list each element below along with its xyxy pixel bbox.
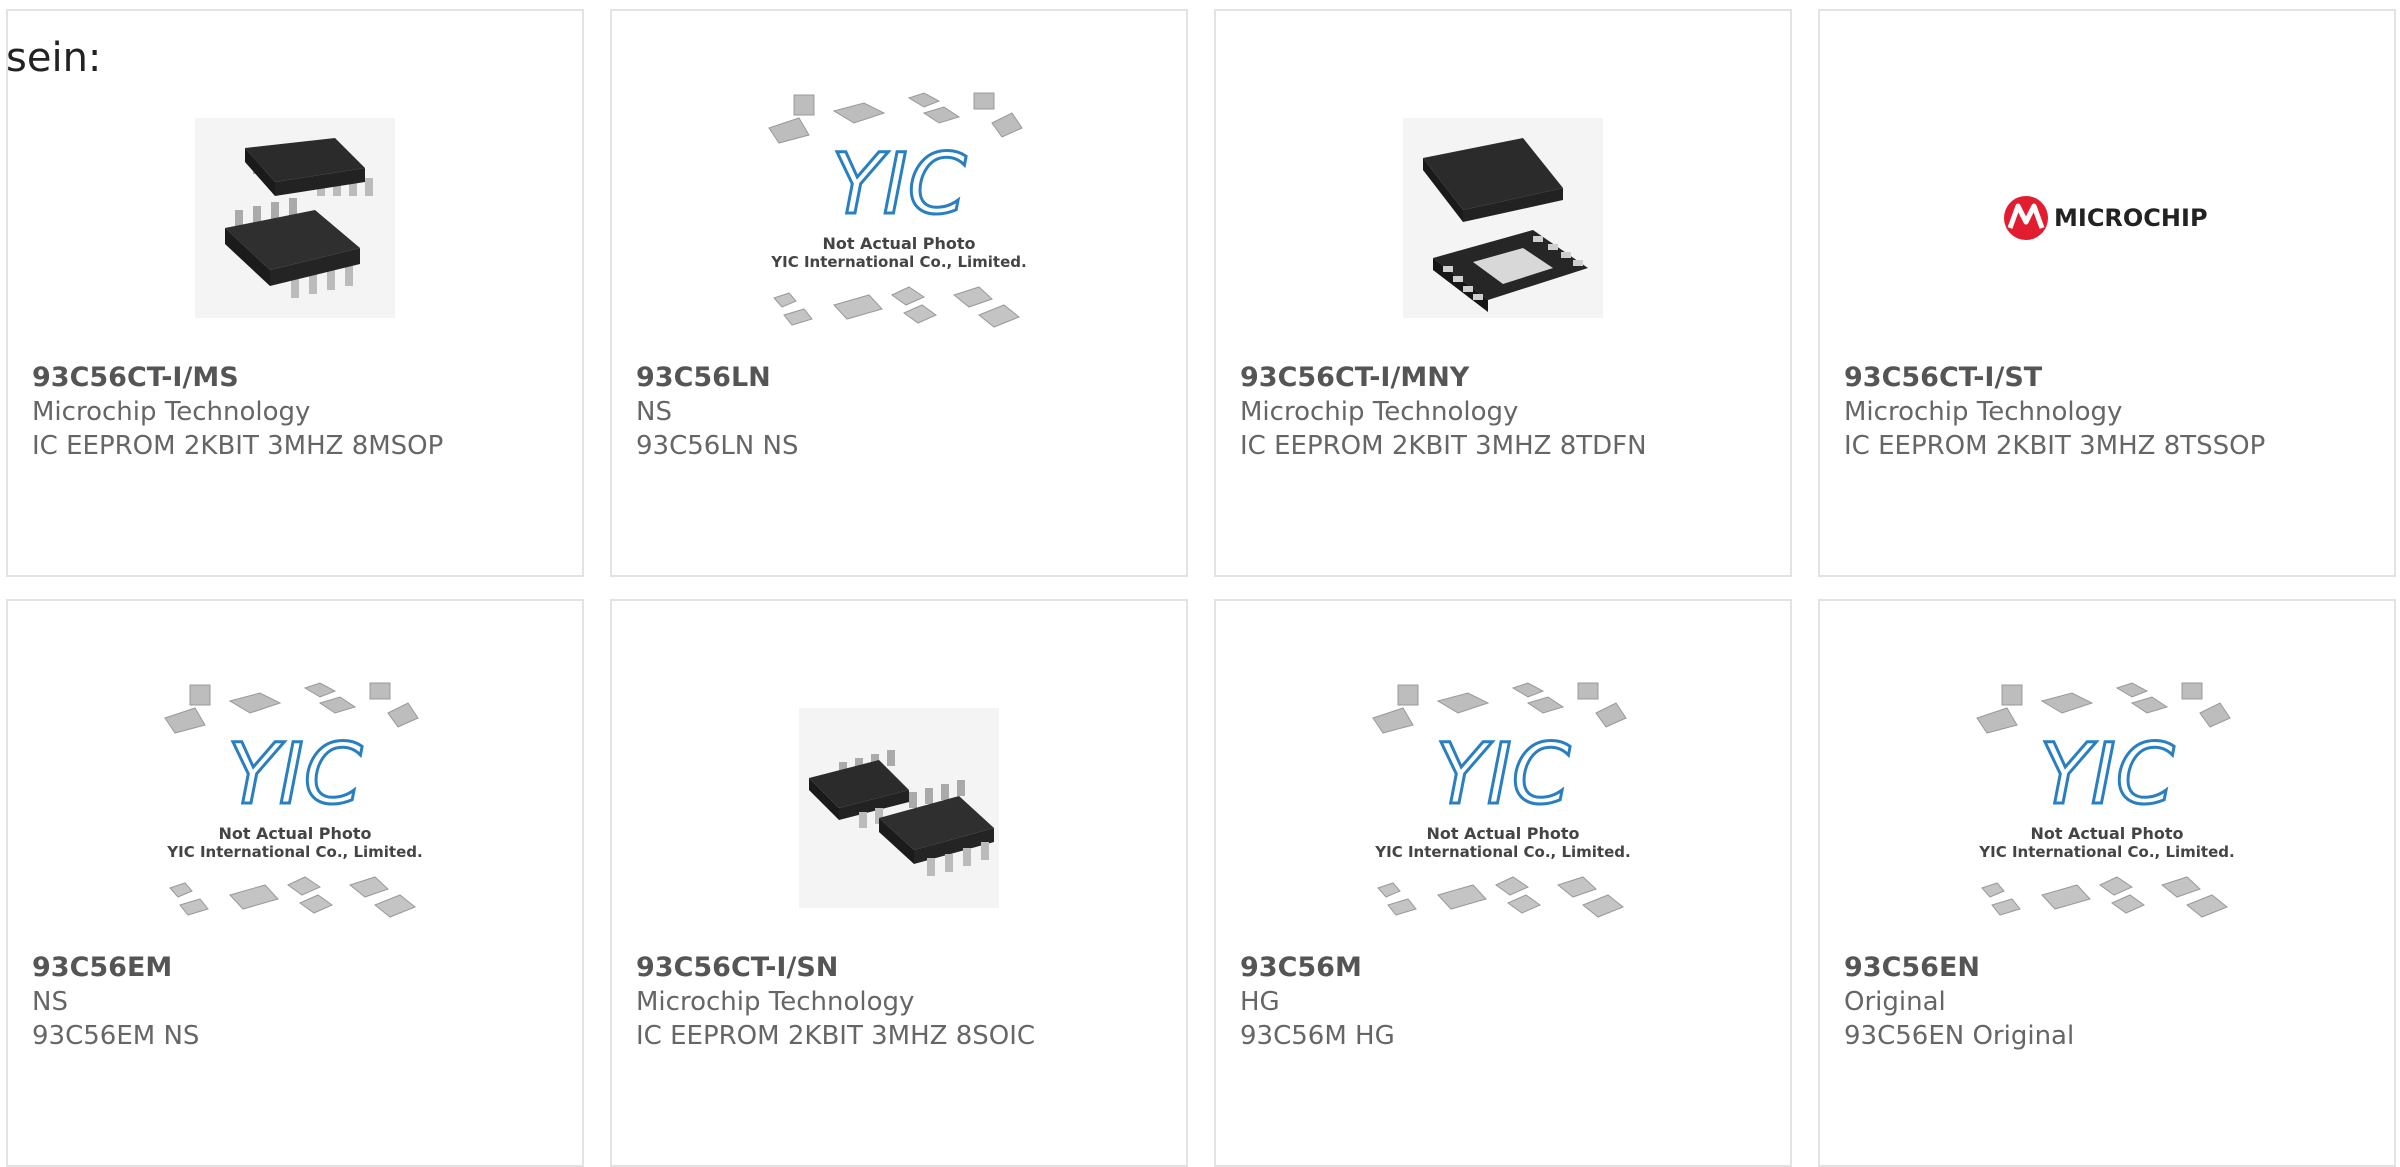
- placeholder-company: YIC International Co., Limited.: [1978, 843, 2234, 861]
- placeholder-caption: Not Actual Photo: [1426, 824, 1579, 843]
- product-card[interactable]: YIC Not Actual Photo YIC International C…: [610, 9, 1188, 577]
- product-manufacturer: Microchip Technology: [32, 397, 311, 427]
- product-description: IC EEPROM 2KBIT 3MHZ 8TSSOP: [1844, 431, 2266, 461]
- product-part-number[interactable]: 93C56EM: [32, 951, 172, 985]
- product-manufacturer: HG: [1240, 987, 1280, 1017]
- yic-logo: YIC: [228, 725, 363, 823]
- product-part-number[interactable]: 93C56CT-I/MNY: [1240, 361, 1469, 395]
- product-manufacturer: NS: [32, 987, 68, 1017]
- product-manufacturer: Original: [1844, 987, 1946, 1017]
- product-description: 93C56LN NS: [636, 431, 799, 461]
- product-description: IC EEPROM 2KBIT 3MHZ 8MSOP: [32, 431, 444, 461]
- product-description: 93C56EM NS: [32, 1021, 200, 1051]
- product-description: 93C56EN Original: [1844, 1021, 2075, 1051]
- card-bottom-bar: [1216, 575, 1790, 577]
- card-bottom-bar: [612, 575, 1186, 577]
- product-part-number[interactable]: 93C56CT-I/SN: [636, 951, 838, 985]
- yic-placeholder-icon: YIC Not Actual Photo YIC International C…: [768, 92, 1027, 328]
- microchip-logo-text: MICROCHIP: [2054, 204, 2208, 232]
- product-part-number[interactable]: 93C56CT-I/ST: [1844, 361, 2042, 395]
- product-description: IC EEPROM 2KBIT 3MHZ 8TDFN: [1240, 431, 1647, 461]
- product-image[interactable]: [612, 663, 1186, 953]
- yic-logo: YIC: [2040, 725, 2175, 823]
- product-image[interactable]: YIC Not Actual Photo YIC International C…: [1216, 663, 1790, 953]
- product-image[interactable]: YIC Not Actual Photo YIC International C…: [612, 73, 1186, 363]
- product-card[interactable]: YIC Not Actual Photo YIC International C…: [1214, 599, 1792, 1167]
- placeholder-caption: Not Actual Photo: [218, 824, 371, 843]
- yic-logo: YIC: [1436, 725, 1571, 823]
- product-description: 93C56M HG: [1240, 1021, 1395, 1051]
- product-image[interactable]: [8, 73, 582, 363]
- msop8-chip-icon: [195, 118, 395, 318]
- product-manufacturer: Microchip Technology: [636, 987, 915, 1017]
- soic8-chip-icon: [799, 708, 999, 908]
- tdfn8-chip-icon: [1403, 118, 1603, 318]
- product-image[interactable]: [1216, 73, 1790, 363]
- card-bar-accent: [8, 575, 190, 577]
- card-bottom-bar: [8, 575, 582, 577]
- product-card[interactable]: YIC Not Actual Photo YIC International C…: [1818, 599, 2396, 1167]
- product-card[interactable]: MICROCHIP 93C56CT-I/ST Microchip Technol…: [1818, 9, 2396, 577]
- product-manufacturer: NS: [636, 397, 672, 427]
- product-part-number[interactable]: 93C56CT-I/MS: [32, 361, 239, 395]
- product-part-number[interactable]: 93C56M: [1240, 951, 1362, 985]
- yic-placeholder-icon: YIC Not Actual Photo YIC International C…: [1372, 682, 1631, 918]
- yic-placeholder-icon: YIC Not Actual Photo YIC International C…: [164, 682, 423, 918]
- card-bar-accent: [612, 575, 794, 577]
- product-description: IC EEPROM 2KBIT 3MHZ 8SOIC: [636, 1021, 1036, 1051]
- yic-placeholder-icon: YIC Not Actual Photo YIC International C…: [1976, 682, 2235, 918]
- product-image[interactable]: MICROCHIP: [1820, 73, 2394, 363]
- product-part-number[interactable]: 93C56EN: [1844, 951, 1980, 985]
- intro-text: sein:: [6, 35, 102, 81]
- product-card[interactable]: 93C56CT-I/MNY Microchip Technology IC EE…: [1214, 9, 1792, 577]
- product-manufacturer: Microchip Technology: [1844, 397, 2123, 427]
- product-manufacturer: Microchip Technology: [1240, 397, 1519, 427]
- placeholder-company: YIC International Co., Limited.: [770, 253, 1026, 271]
- placeholder-caption: Not Actual Photo: [2030, 824, 2183, 843]
- product-grid: 93C56CT-I/MS Microchip Technology IC EEP…: [0, 0, 2400, 1167]
- product-card[interactable]: 93C56CT-I/MS Microchip Technology IC EEP…: [6, 9, 584, 577]
- placeholder-caption: Not Actual Photo: [822, 234, 975, 253]
- placeholder-company: YIC International Co., Limited.: [166, 843, 422, 861]
- yic-logo: YIC: [832, 135, 967, 233]
- card-bottom-bar: [1820, 575, 2394, 577]
- placeholder-company: YIC International Co., Limited.: [1374, 843, 1630, 861]
- product-card[interactable]: 93C56CT-I/SN Microchip Technology IC EEP…: [610, 599, 1188, 1167]
- product-part-number[interactable]: 93C56LN: [636, 361, 771, 395]
- card-bar-accent: [1820, 575, 2002, 577]
- product-card[interactable]: YIC Not Actual Photo YIC International C…: [6, 599, 584, 1167]
- card-bar-accent: [1216, 575, 1398, 577]
- microchip-logo-icon: MICROCHIP: [2004, 196, 2208, 240]
- product-image[interactable]: YIC Not Actual Photo YIC International C…: [8, 663, 582, 953]
- product-image[interactable]: YIC Not Actual Photo YIC International C…: [1820, 663, 2394, 953]
